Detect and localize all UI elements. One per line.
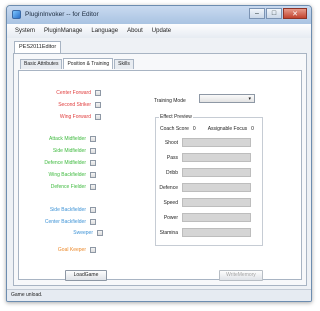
position-checkbox[interactable] (90, 219, 96, 225)
position-row: Center Backfielder (45, 219, 96, 225)
position-label: Center Backfielder (44, 219, 86, 225)
stat-bar (182, 183, 251, 192)
position-checkbox[interactable] (95, 102, 101, 108)
close-button[interactable]: ✕ (283, 8, 307, 19)
position-checkbox[interactable] (90, 172, 96, 178)
position-checkbox[interactable] (90, 207, 96, 213)
stat-label: Dribb (166, 169, 178, 176)
position-row: Side Midfielder (53, 148, 96, 154)
tab-position-training[interactable]: Position & Training (63, 58, 114, 69)
menu-system[interactable]: System (15, 28, 35, 34)
minimize-button[interactable]: – (249, 8, 265, 19)
stat-bar (182, 198, 251, 207)
position-checkbox[interactable] (90, 184, 96, 190)
stat-label: Pass (166, 154, 178, 161)
write-memory-button[interactable]: WriteMemory (219, 270, 263, 281)
position-checkbox[interactable] (95, 90, 101, 96)
stat-label: Shoot (164, 139, 178, 146)
position-row: Second Striker (58, 102, 101, 108)
menu-bar: System PluginManage Language About Updat… (7, 24, 311, 38)
effect-preview-title: Effect Preview (159, 114, 193, 120)
position-checkbox[interactable] (97, 230, 103, 236)
stat-row: Speed (156, 198, 251, 207)
training-mode-select[interactable]: ▾ (199, 94, 255, 103)
position-label: Side Backfielder (49, 207, 86, 213)
position-label: Defence Fielder (50, 184, 86, 190)
assignable-focus-value: 0 (251, 126, 254, 132)
stat-row: Dribb (156, 168, 251, 177)
effect-preview-group: Effect Preview Coach Score 0 Assignable … (155, 114, 263, 246)
position-row: Side Backfielder (50, 207, 96, 213)
stat-row: Pass (156, 153, 251, 162)
position-row: Wing Backfielder (48, 172, 96, 178)
position-training-panel: Center Forward Second Striker Wing Forwa… (18, 70, 302, 280)
stat-label: Power (163, 214, 178, 221)
stat-row: Defence (156, 183, 251, 192)
position-checkbox[interactable] (90, 160, 96, 166)
maximize-button[interactable]: □ (266, 8, 282, 19)
title-bar: PluginInvoker -- for Editor – □ ✕ (7, 6, 311, 24)
window-title: PluginInvoker -- for Editor (25, 11, 99, 18)
menu-plugin-manage[interactable]: PluginManage (44, 28, 82, 34)
position-label: Defence Midfielder (44, 160, 86, 166)
coach-score-label: Coach Score (160, 126, 189, 132)
position-label: Sweeper (73, 230, 93, 236)
stat-bar (182, 213, 251, 222)
position-label: Wing Forward (59, 114, 91, 120)
position-label: Second Striker (58, 102, 91, 108)
stat-label: Speed (163, 199, 178, 206)
position-row: Defence Midfielder (44, 160, 96, 166)
menu-update[interactable]: Update (152, 28, 171, 34)
app-icon (12, 10, 21, 19)
tab-skills[interactable]: Skills (114, 59, 134, 69)
position-label: Attack Midfielder (49, 136, 86, 142)
position-row: Wing Forward (60, 114, 101, 120)
status-bar: Game unload. (7, 289, 311, 301)
menu-language[interactable]: Language (91, 28, 118, 34)
dropdown-arrow-icon: ▾ (248, 96, 251, 102)
position-checkbox[interactable] (90, 148, 96, 154)
stat-row: Power (156, 213, 251, 222)
position-label: Wing Backfielder (48, 172, 86, 178)
position-row: Goal Keeper (58, 247, 96, 253)
position-checkbox[interactable] (90, 247, 96, 253)
position-checkbox[interactable] (90, 136, 96, 142)
app-window: PluginInvoker -- for Editor – □ ✕ System… (6, 5, 312, 302)
position-row: Attack Midfielder (49, 136, 96, 142)
stat-row: Stamina (156, 228, 251, 237)
tab-basic-attributes[interactable]: Basic Attributes (20, 59, 63, 69)
coach-score-value: 0 (192, 126, 196, 132)
position-row: Center Forward (56, 90, 101, 96)
stat-row: Shoot (156, 138, 251, 147)
position-checkbox[interactable] (95, 114, 101, 120)
load-game-button[interactable]: LoadGame (65, 270, 107, 281)
position-row: Defence Fielder (51, 184, 96, 190)
training-mode-label: Training Mode (154, 98, 186, 104)
document-tab[interactable]: PES2011Editor (14, 41, 62, 53)
menu-about[interactable]: About (127, 28, 143, 34)
stat-bar (182, 228, 251, 237)
stat-bar (182, 153, 251, 162)
stat-bar (182, 168, 251, 177)
stat-label: Stamina (159, 229, 178, 236)
document-area: Basic Attributes Position & Training Ski… (13, 53, 307, 286)
position-row: Sweeper (73, 230, 103, 236)
stat-label: Defence (159, 184, 178, 191)
position-label: Goal Keeper (57, 247, 86, 253)
position-label: Center Forward (56, 90, 91, 96)
stat-bar (182, 138, 251, 147)
assignable-focus-label: Assignable Focus (207, 126, 248, 132)
position-label: Side Midfielder (52, 148, 86, 154)
